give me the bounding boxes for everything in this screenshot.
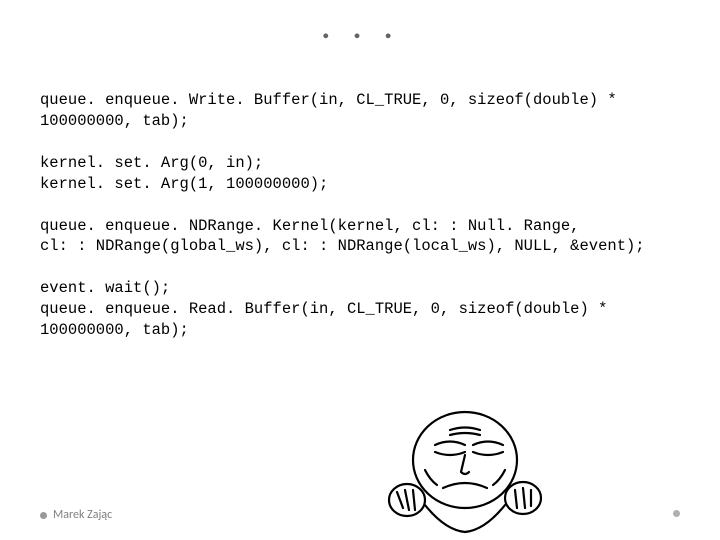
code-line: 100000000, tab); [40,112,189,130]
slide-title: . . . [0,0,720,49]
footer-right [673,503,680,522]
code-line: cl: : NDRange(global_ws), cl: : NDRange(… [40,237,645,255]
code-line: 100000000, tab); [40,321,189,339]
code-line: kernel. set. Arg(1, 100000000); [40,175,328,193]
code-line: event. wait(); [40,279,170,297]
bullet-icon [40,512,47,519]
author-name: Marek Zając [53,508,112,522]
code-line: queue. enqueue. Write. Buffer(in, CL_TRU… [40,91,617,109]
slide: . . . queue. enqueue. Write. Buffer(in, … [0,0,720,540]
code-block: queue. enqueue. Write. Buffer(in, CL_TRU… [40,90,680,341]
code-line: queue. enqueue. Read. Buffer(in, CL_TRUE… [40,300,607,318]
code-line: kernel. set. Arg(0, in); [40,154,263,172]
footer-author: Marek Zając [40,508,112,522]
cartoon-face-icon [355,390,555,540]
code-line: queue. enqueue. NDRange. Kernel(kernel, … [40,217,580,235]
bullet-icon [673,510,680,517]
